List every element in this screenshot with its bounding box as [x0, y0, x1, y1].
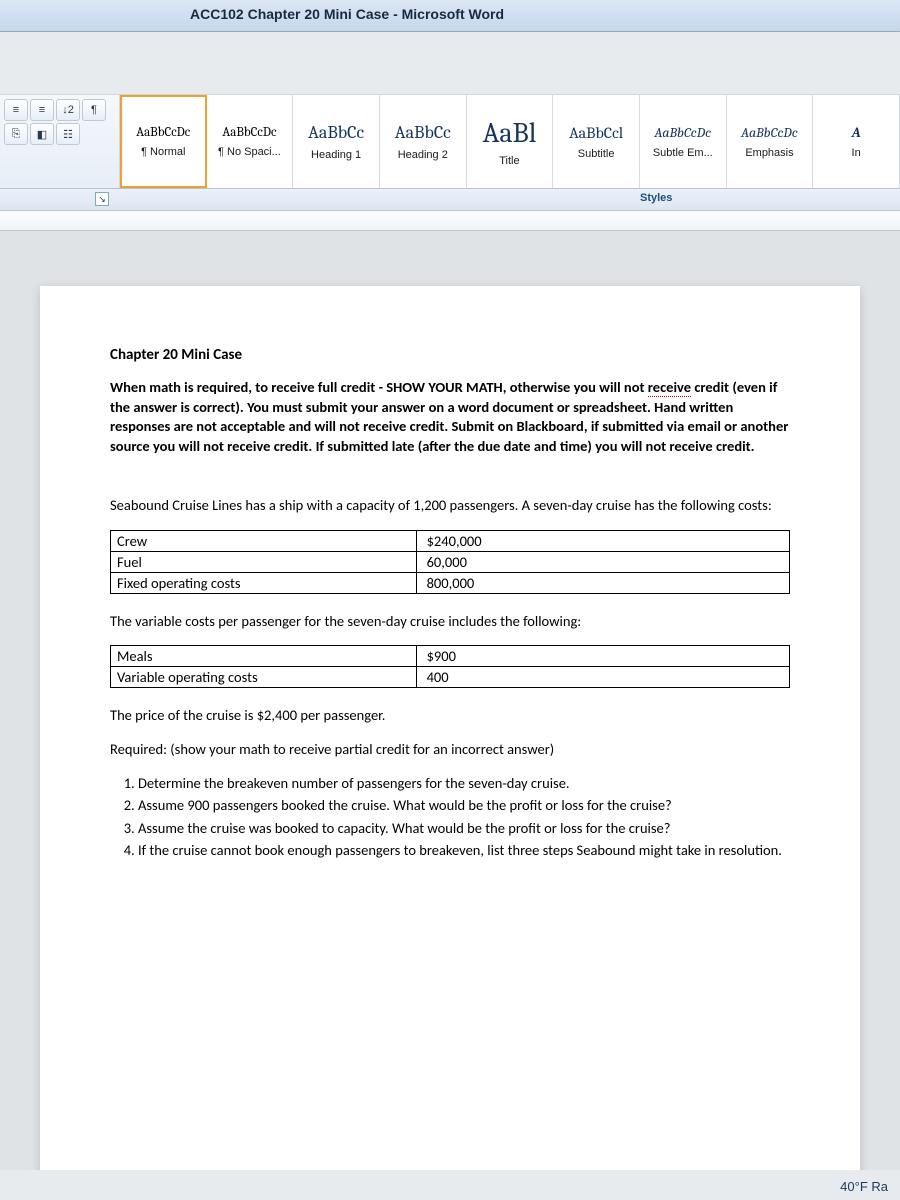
list-outdent-icon[interactable]: ≡: [30, 99, 54, 121]
paragraph-dialog-launch-icon[interactable]: ↘: [95, 192, 109, 206]
cost-value: $240,000: [416, 530, 789, 551]
style-box--no-spaci-[interactable]: AaBbCcDc ¶ No Spaci...: [207, 95, 294, 188]
style-sample: AaBbCcDc: [654, 124, 711, 141]
style-sample: AaBbCcDc: [222, 125, 276, 140]
style-box-subtle-em-[interactable]: AaBbCcDc Subtle Em...: [640, 95, 727, 188]
styles-gallery[interactable]: AaBbCcDc¶ NormalAaBbCcDc¶ No Spaci...AaB…: [120, 95, 900, 188]
doc-intro[interactable]: When math is required, to receive full c…: [110, 378, 790, 456]
horizontal-ruler[interactable]: [0, 211, 900, 231]
list-indent-icon[interactable]: ≡: [4, 99, 28, 121]
intro-spellflag[interactable]: receive: [648, 378, 691, 397]
table-row[interactable]: Fuel60,000: [111, 551, 790, 572]
required-list[interactable]: Determine the breakeven number of passen…: [110, 774, 790, 861]
taskbar-weather[interactable]: 40°F Ra: [828, 1173, 900, 1200]
paragraph-3[interactable]: The price of the cruise is $2,400 per pa…: [110, 706, 790, 726]
style-box-emphasis[interactable]: AaBbCcDc Emphasis: [727, 95, 814, 188]
style-box--normal[interactable]: AaBbCcDc ¶ Normal: [120, 95, 207, 188]
ribbon: ≡ ≡ ↓2 ¶ ⎘ ◧ ☷ AaBbCcDc ¶ Normal AaBbCcDc ¶…: [0, 94, 900, 189]
table-row[interactable]: Variable operating costs400: [111, 667, 790, 688]
pilcrow-icon[interactable]: ¶: [82, 99, 106, 121]
style-sample: AaBbCc: [395, 122, 451, 143]
cost-value: 800,000: [416, 572, 789, 593]
table-row[interactable]: Crew$240,000: [111, 530, 790, 551]
costs-table-2[interactable]: Meals$900Variable operating costs400: [110, 645, 790, 688]
ribbon-paragraph-group: ≡ ≡ ↓2 ¶ ⎘ ◧ ☷: [0, 95, 120, 188]
document-viewport[interactable]: Chapter 20 Mini Case When math is requir…: [0, 231, 900, 1170]
window-titlebar: ACC102 Chapter 20 Mini Case - Microsoft …: [0, 0, 900, 32]
style-sample: AaBbCcl: [569, 124, 623, 142]
ribbon-group-label-row: ↘ Styles: [0, 189, 900, 211]
style-box-subtitle[interactable]: AaBbCcl Subtitle: [553, 95, 640, 188]
style-label: Heading 1: [311, 149, 361, 161]
style-label: ¶ No Spaci...: [218, 146, 281, 158]
style-label: In: [852, 147, 861, 159]
style-sample: AaBl: [483, 117, 537, 149]
list-item[interactable]: If the cruise cannot book enough passeng…: [138, 841, 790, 861]
paste-split-icon[interactable]: ⎘: [4, 123, 28, 145]
styles-group-label: Styles: [640, 192, 672, 204]
style-label: Emphasis: [745, 147, 793, 159]
doc-heading[interactable]: Chapter 20 Mini Case: [110, 346, 790, 364]
style-box-in[interactable]: A In: [813, 95, 900, 188]
shading-icon[interactable]: ◧: [30, 123, 54, 145]
document-page[interactable]: Chapter 20 Mini Case When math is requir…: [40, 286, 860, 1170]
style-box-heading-1[interactable]: AaBbCc Heading 1: [293, 95, 380, 188]
cost-value: $900: [416, 646, 789, 667]
style-box-heading-2[interactable]: AaBbCc Heading 2: [380, 95, 467, 188]
list-item[interactable]: Assume the cruise was booked to capacity…: [138, 819, 790, 839]
ribbon-upper-gap: [0, 32, 900, 94]
style-label: ¶ Normal: [141, 146, 185, 158]
borders-icon[interactable]: ☷: [56, 123, 80, 145]
style-label: Subtle Em...: [653, 147, 713, 159]
style-sample: AaBbCcDc: [741, 124, 798, 141]
table-row[interactable]: Meals$900: [111, 646, 790, 667]
cost-label: Meals: [111, 646, 417, 667]
style-label: Subtitle: [578, 148, 615, 160]
cost-label: Fuel: [111, 551, 417, 572]
style-label: Heading 2: [398, 149, 448, 161]
paragraph-2[interactable]: The variable costs per passenger for the…: [110, 612, 790, 632]
style-sample: AaBbCc: [308, 122, 364, 143]
cost-label: Crew: [111, 530, 417, 551]
style-sample: A: [852, 124, 861, 141]
paragraph-1[interactable]: Seabound Cruise Lines has a ship with a …: [110, 496, 790, 516]
cost-label: Variable operating costs: [111, 667, 417, 688]
window-title: ACC102 Chapter 20 Mini Case - Microsoft …: [190, 6, 504, 22]
weather-text: 40°F Ra: [840, 1179, 888, 1194]
cost-value: 60,000: [416, 551, 789, 572]
list-item[interactable]: Assume 900 passengers booked the cruise.…: [138, 796, 790, 816]
table-row[interactable]: Fixed operating costs800,000: [111, 572, 790, 593]
cost-label: Fixed operating costs: [111, 572, 417, 593]
style-sample: AaBbCcDc: [136, 125, 190, 140]
style-label: Title: [499, 155, 519, 167]
style-box-title[interactable]: AaBl Title: [467, 95, 554, 188]
intro-text-1: When math is required, to receive full c…: [110, 378, 648, 396]
required-intro[interactable]: Required: (show your math to receive par…: [110, 740, 790, 760]
costs-table-1[interactable]: Crew$240,000Fuel60,000Fixed operating co…: [110, 530, 790, 594]
sort-icon[interactable]: ↓2: [56, 99, 80, 121]
cost-value: 400: [416, 667, 789, 688]
list-item[interactable]: Determine the breakeven number of passen…: [138, 774, 790, 794]
